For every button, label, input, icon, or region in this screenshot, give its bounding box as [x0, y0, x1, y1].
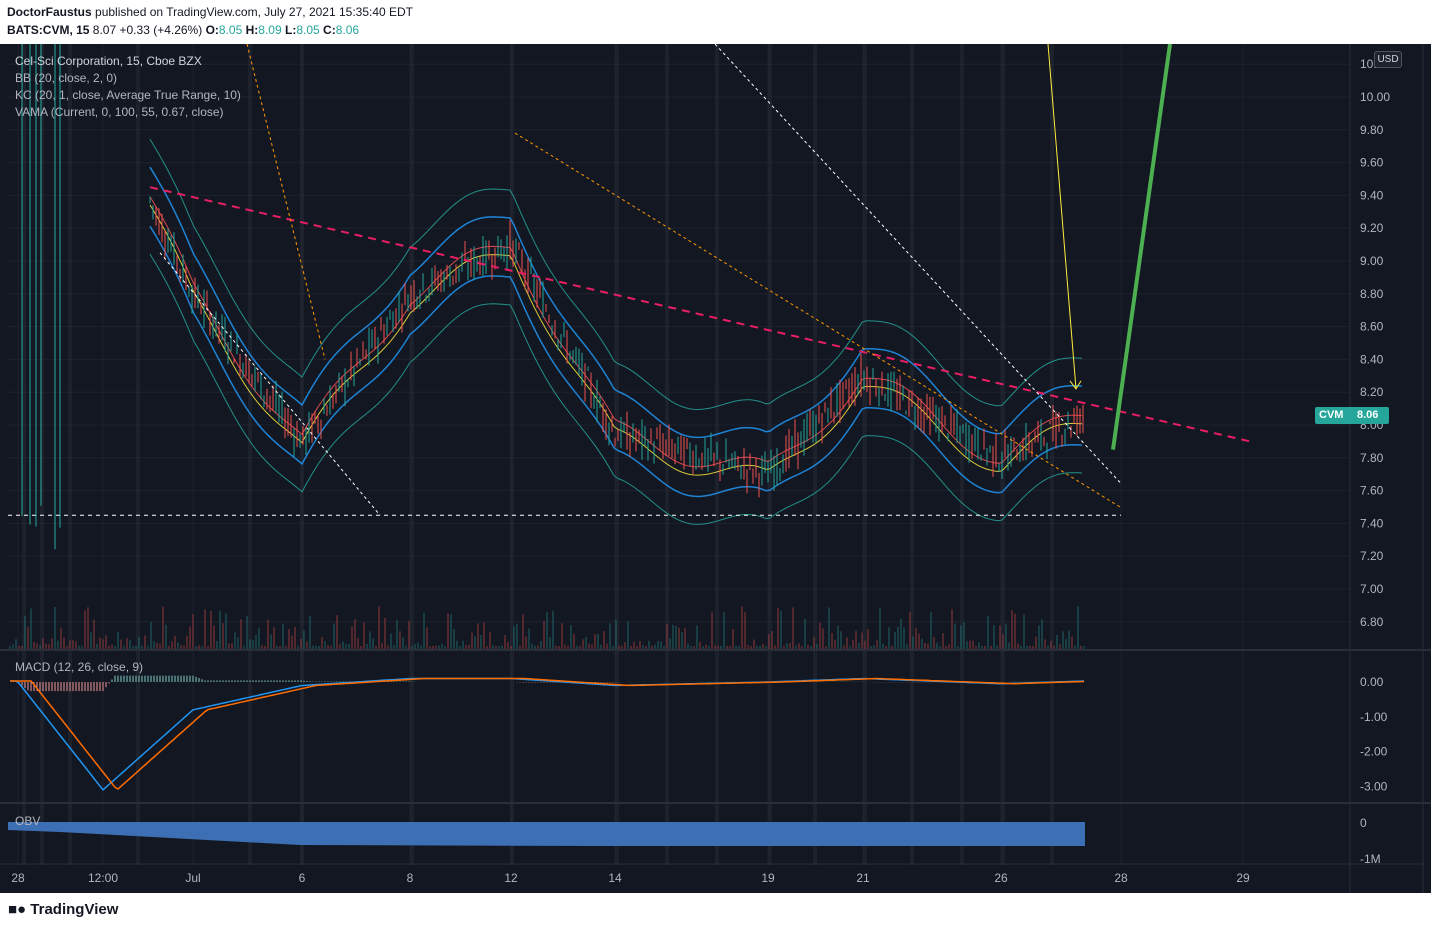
time-tick-label: 28 — [11, 871, 25, 885]
price-tick-label: 7.80 — [1360, 451, 1384, 465]
session-band — [410, 44, 414, 865]
time-tick-label: 29 — [1236, 871, 1250, 885]
session-band — [615, 44, 619, 865]
author-name[interactable]: DoctorFaustus — [7, 5, 92, 19]
price-tick-label: 9.80 — [1360, 123, 1384, 137]
change-value: +0.33 (+4.26%) — [119, 23, 203, 37]
session-band — [300, 44, 304, 865]
obv-tick-label: 0 — [1360, 816, 1367, 830]
price-tick-label: 9.00 — [1360, 254, 1384, 268]
time-tick-label: 12 — [504, 871, 518, 885]
macd-tick-label: -1.00 — [1360, 710, 1388, 724]
bb-legend[interactable]: BB (20, close, 2, 0) — [15, 70, 241, 87]
session-band — [910, 44, 914, 865]
price-tag-value: 8.06 — [1357, 409, 1379, 421]
session-band — [248, 44, 252, 865]
last-price-tag: CVM 8.06 — [1315, 407, 1389, 424]
price-tick-label: 8.20 — [1360, 385, 1384, 399]
symbol-title[interactable]: Cel-Sci Corporation, 15, Cboe BZX — [15, 53, 241, 70]
open-label: O: — [205, 23, 219, 37]
session-band — [813, 44, 817, 865]
time-tick-label: Jul — [185, 871, 200, 885]
time-tick-label: 8 — [407, 871, 414, 885]
currency-label[interactable]: USD — [1374, 51, 1402, 68]
time-tick-label: 28 — [1114, 871, 1128, 885]
obv-label[interactable]: OBV — [15, 814, 40, 828]
time-tick-label: 21 — [856, 871, 870, 885]
low-label: L: — [285, 23, 297, 37]
vama-legend[interactable]: VAMA (Current, 0, 100, 55, 0.67, close) — [15, 104, 241, 121]
session-band — [510, 44, 514, 865]
time-tick-label: 14 — [608, 871, 622, 885]
close-label: C: — [323, 23, 336, 37]
macd-label[interactable]: MACD (12, 26, close, 9) — [15, 660, 143, 674]
macd-tick-label: -3.00 — [1360, 779, 1388, 793]
price-tick-label: 7.20 — [1360, 549, 1384, 563]
high-label: H: — [245, 23, 259, 37]
tradingview-wordmark: TradingView — [30, 901, 119, 918]
time-tick-label: 19 — [761, 871, 775, 885]
price-value: 8.07 — [92, 23, 117, 37]
session-band — [863, 44, 867, 865]
macd-tick-label: -2.00 — [1360, 745, 1388, 759]
price-tick-label: 9.60 — [1360, 156, 1384, 170]
high-value: 8.09 — [258, 23, 282, 37]
tradingview-logo[interactable]: ■● TradingView — [8, 901, 118, 918]
publication-header: DoctorFaustus published on TradingView.c… — [0, 0, 1431, 44]
ohlc-line: BATS:CVM, 15 8.07 +0.33 (+4.26%) O:8.05 … — [7, 23, 359, 37]
close-value: 8.06 — [335, 23, 360, 37]
price-tick-label: 7.60 — [1360, 484, 1384, 498]
time-tick-label: 26 — [994, 871, 1008, 885]
price-tick-label: 10.00 — [1360, 90, 1390, 104]
price-tag-symbol: CVM — [1319, 409, 1344, 421]
macd-tick-label: 0.00 — [1360, 675, 1384, 689]
price-tick-label: 8.80 — [1360, 287, 1384, 301]
price-tick-label: 7.40 — [1360, 516, 1384, 530]
publish-info: published on TradingView.com, July 27, 2… — [95, 5, 414, 19]
price-tick-label: 9.20 — [1360, 221, 1384, 235]
time-tick-label: 12:00 — [88, 871, 118, 885]
publisher-line: DoctorFaustus published on TradingView.c… — [7, 5, 413, 19]
tv-mark-icon: ■● — [8, 901, 27, 918]
ticker-label: BATS:CVM, 15 — [7, 23, 90, 37]
time-tick-label: 6 — [299, 871, 306, 885]
session-band — [136, 44, 140, 865]
indicator-legend: Cel-Sci Corporation, 15, Cboe BZX BB (20… — [15, 53, 241, 121]
chart-canvas[interactable]: 6.807.007.207.407.607.808.008.208.408.60… — [0, 44, 1431, 893]
open-value: 8.05 — [218, 23, 243, 37]
session-band — [1050, 44, 1054, 865]
session-band — [68, 44, 72, 865]
footer: ■● TradingView — [0, 893, 1431, 929]
price-tick-label: 7.00 — [1360, 582, 1384, 596]
low-value: 8.05 — [296, 23, 320, 37]
price-tick-label: 6.80 — [1360, 615, 1384, 629]
price-tick-label: 8.60 — [1360, 320, 1384, 334]
price-tick-label: 8.40 — [1360, 352, 1384, 366]
kc-legend[interactable]: KC (20, 1, close, Average True Range, 10… — [15, 87, 241, 104]
price-tick-label: 9.40 — [1360, 188, 1384, 202]
